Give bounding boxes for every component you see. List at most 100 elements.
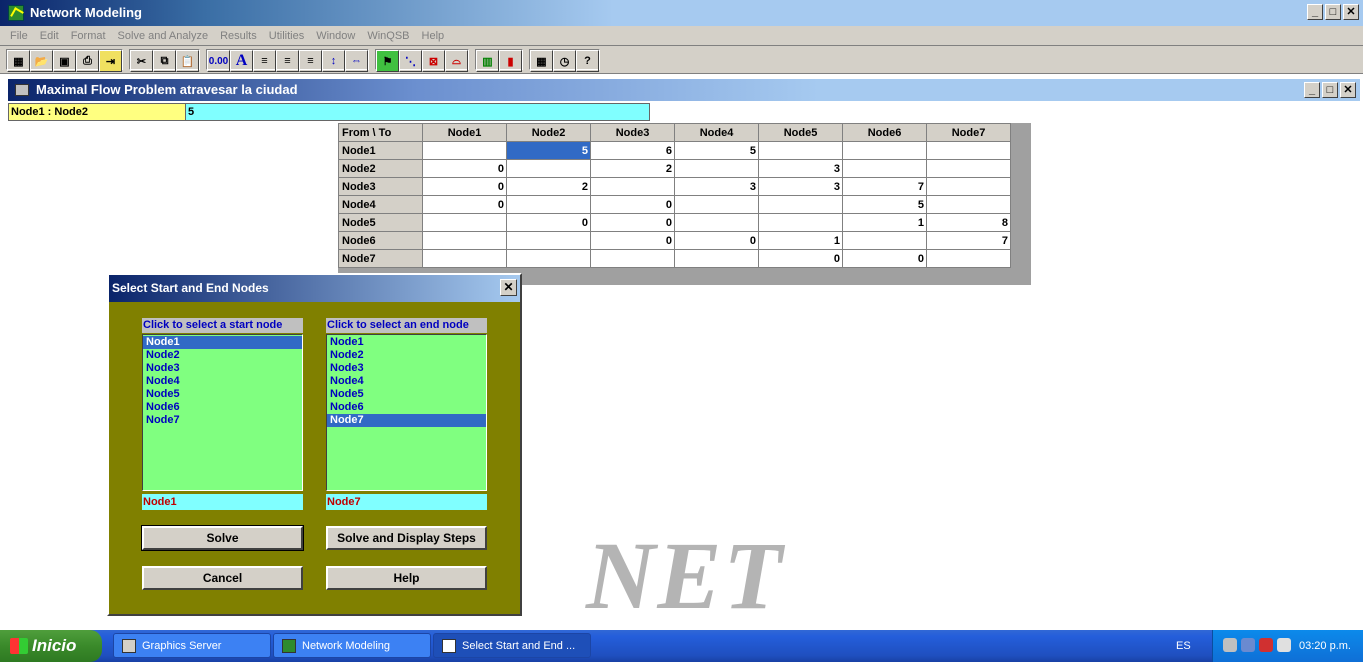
help-icon[interactable]: ? [576,50,599,72]
dialog-title-bar[interactable]: Select Start and End Nodes ✕ [109,275,520,302]
new-icon[interactable]: ▦ [7,50,30,72]
menu-solve-and-analyze[interactable]: Solve and Analyze [112,26,215,45]
grid-cell[interactable] [758,195,843,214]
grid-cell[interactable]: 0 [422,159,507,178]
align-left-icon[interactable]: ≡ [253,50,276,72]
menu-help[interactable]: Help [416,26,451,45]
exit-icon[interactable]: ⇥ [99,50,122,72]
child-minimize-icon[interactable]: _ [1304,82,1320,98]
row-header[interactable]: Node4 [338,195,423,214]
row-height-icon[interactable]: ↕ [322,50,345,72]
grid-cell[interactable]: 0 [590,213,675,232]
row-header[interactable]: Node3 [338,177,423,196]
calculator-icon[interactable]: ▦ [530,50,553,72]
grid-cell[interactable]: 0 [758,249,843,268]
grid-cell[interactable] [506,249,591,268]
align-right-icon[interactable]: ≡ [299,50,322,72]
task-graphics-server[interactable]: Graphics Server [113,633,271,658]
grid-cell[interactable] [926,249,1011,268]
grid-cell[interactable]: 5 [674,141,759,160]
end-node-list-item[interactable]: Node6 [327,401,486,414]
grid-cell[interactable] [674,249,759,268]
print-icon[interactable]: ⎙ [76,50,99,72]
grid-cell[interactable]: 0 [506,213,591,232]
grid-cell[interactable]: 0 [674,231,759,250]
maximize-icon[interactable]: □ [1325,4,1341,20]
grid-cell[interactable]: 0 [422,195,507,214]
grid-cell[interactable]: 7 [842,177,927,196]
start-node-list-item[interactable]: Node2 [143,349,302,362]
cancel-button[interactable]: Cancel [142,566,303,590]
column-header[interactable]: Node6 [842,123,927,142]
grid-cell[interactable] [926,195,1011,214]
row-header[interactable]: Node6 [338,231,423,250]
grid-cell[interactable]: 1 [758,231,843,250]
close-icon[interactable]: ✕ [1343,4,1359,20]
grid-cell[interactable] [674,213,759,232]
minimize-icon[interactable]: _ [1307,4,1323,20]
start-node-list-item[interactable]: Node5 [143,388,302,401]
task-network-modeling[interactable]: Network Modeling [273,633,431,658]
menu-format[interactable]: Format [65,26,112,45]
grid-cell[interactable] [674,195,759,214]
start-node-list[interactable]: Node1 Node2 Node3 Node4 Node5 Node6 Node7 [142,334,303,491]
end-node-list-item[interactable]: Node1 [327,336,486,349]
end-node-list-item[interactable]: Node3 [327,362,486,375]
copy-icon[interactable]: ⧉ [153,50,176,72]
grid-cell[interactable]: 3 [674,177,759,196]
grid-cell[interactable] [422,141,507,160]
menu-results[interactable]: Results [214,26,263,45]
bar-chart-icon[interactable]: ▮ [499,50,522,72]
language-indicator[interactable]: ES [1176,630,1191,662]
child-maximize-icon[interactable]: □ [1322,82,1338,98]
align-center-icon[interactable]: ≡ [276,50,299,72]
grid-cell[interactable] [590,249,675,268]
column-width-icon[interactable]: ⇔ [345,50,368,72]
column-header[interactable]: Node7 [926,123,1011,142]
grid-cell[interactable] [674,159,759,178]
grid-cell[interactable]: 1 [842,213,927,232]
grid-icon[interactable]: ▥ [476,50,499,72]
end-node-list-item[interactable]: Node2 [327,349,486,362]
graphic-icon[interactable]: ⋱ [399,50,422,72]
grid-cell[interactable] [422,213,507,232]
child-close-icon[interactable]: ✕ [1340,82,1356,98]
start-node-list-item[interactable]: Node3 [143,362,302,375]
grid-cell[interactable]: 7 [926,231,1011,250]
task-select-nodes[interactable]: Select Start and End ... [433,633,591,658]
grid-cell[interactable]: 0 [422,177,507,196]
grid-cell[interactable] [758,213,843,232]
grid-cell[interactable] [842,141,927,160]
start-button[interactable]: Inicio [0,630,102,662]
app-title-bar[interactable]: Network Modeling _ □ ✕ [0,0,1363,26]
grid-cell[interactable] [926,141,1011,160]
solve-button[interactable]: Solve [141,525,304,551]
grid-cell[interactable]: 5 [842,195,927,214]
end-node-list[interactable]: Node1 Node2 Node3 Node4 Node5 Node6 Node7 [326,334,487,491]
column-header[interactable]: Node1 [422,123,507,142]
column-header[interactable]: Node2 [506,123,591,142]
grid-cell[interactable]: 6 [590,141,675,160]
help-button[interactable]: Help [326,566,487,590]
grid-cell[interactable] [590,177,675,196]
menu-window[interactable]: Window [310,26,361,45]
column-header[interactable]: Node4 [674,123,759,142]
volume-tray-icon[interactable] [1241,638,1255,652]
update-tray-icon[interactable] [1277,638,1291,652]
menu-edit[interactable]: Edit [34,26,65,45]
row-header[interactable]: Node1 [338,141,423,160]
end-node-list-item[interactable]: Node5 [327,388,486,401]
start-node-list-item[interactable]: Node7 [143,414,302,427]
solve-and-display-steps-button[interactable]: Solve and Display Steps [326,526,487,550]
chart-icon[interactable]: ⌓ [445,50,468,72]
grid-cell[interactable] [506,195,591,214]
grid-cell[interactable] [758,141,843,160]
child-window-title-bar[interactable]: Maximal Flow Problem atravesar la ciudad… [8,79,1360,101]
start-node-list-item[interactable]: Node4 [143,375,302,388]
grid-cell[interactable]: 0 [842,249,927,268]
grid-cell[interactable] [926,159,1011,178]
grid-cell[interactable]: 0 [590,195,675,214]
grid-cell[interactable]: 3 [758,177,843,196]
open-icon[interactable]: 📂 [30,50,53,72]
grid-cell[interactable] [842,159,927,178]
